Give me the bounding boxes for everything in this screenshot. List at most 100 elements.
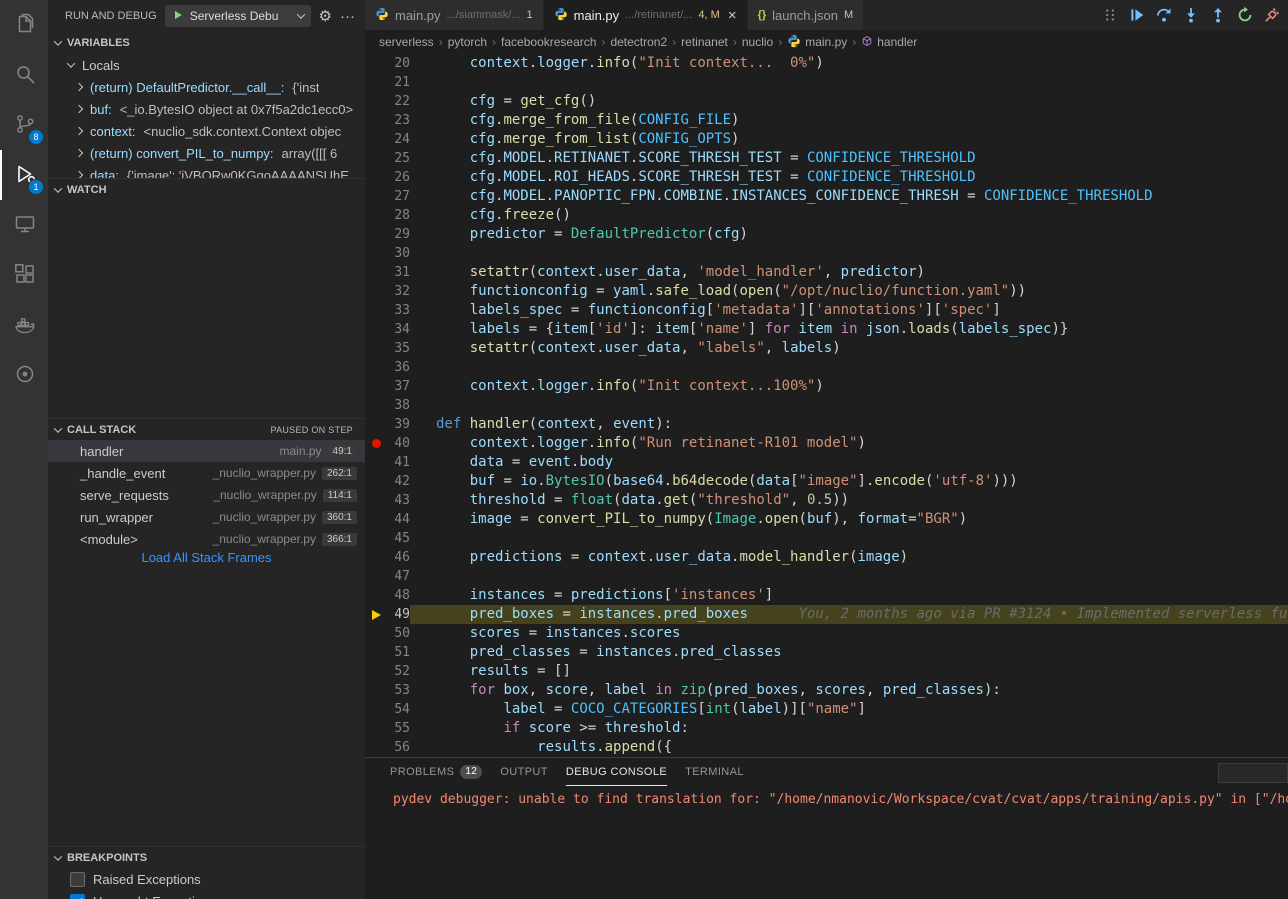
editor-tab[interactable]: main.py.../siammask/...1	[365, 0, 544, 30]
breakpoint-checkbox[interactable]	[70, 872, 85, 887]
step-over-icon[interactable]	[1154, 5, 1174, 25]
panel-tab-debug-console[interactable]: DEBUG CONSOLE	[566, 758, 667, 786]
code-editor[interactable]: 20 context.logger.info("Init context... …	[365, 54, 1288, 757]
activity-item-circle-extension[interactable]	[0, 350, 48, 400]
code-line[interactable]: 32 functionconfig = yaml.safe_load(open(…	[365, 282, 1288, 301]
stack-frame-row[interactable]: _handle_event_nuclio_wrapper.py262:1	[48, 462, 365, 484]
code-line[interactable]: 30	[365, 244, 1288, 263]
code-line[interactable]: 31 setattr(context.user_data, 'model_han…	[365, 263, 1288, 282]
debug-console-output[interactable]: pydev debugger: unable to find translati…	[365, 786, 1288, 899]
glyph-margin	[365, 149, 388, 168]
close-icon[interactable]: ×	[728, 8, 737, 23]
breadcrumb-item[interactable]: serverless	[379, 35, 434, 49]
variable-row[interactable]: (return) convert_PIL_to_numpy:array([[[ …	[48, 142, 365, 164]
more-actions-icon[interactable]: ···	[340, 9, 355, 24]
code-line[interactable]: 37 context.logger.info("Init context...1…	[365, 377, 1288, 396]
code-line[interactable]: 46 predictions = context.user_data.model…	[365, 548, 1288, 567]
code-line[interactable]: 39def handler(context, event):	[365, 415, 1288, 434]
code-line[interactable]: 21	[365, 73, 1288, 92]
breadcrumb-item[interactable]: retinanet	[681, 35, 728, 49]
breadcrumb-item[interactable]: nuclio	[742, 35, 773, 49]
code-line[interactable]: 28 cfg.freeze()	[365, 206, 1288, 225]
code-line[interactable]: 52 results = []	[365, 662, 1288, 681]
variables-section-header[interactable]: VARIABLES	[48, 32, 365, 54]
breakpoints-section-header[interactable]: BREAKPOINTS	[48, 846, 365, 868]
watch-section-header[interactable]: WATCH	[48, 178, 365, 200]
code-line[interactable]: 48 instances = predictions['instances']	[365, 586, 1288, 605]
breadcrumb-item[interactable]: detectron2	[610, 35, 667, 49]
debug-config-dropdown[interactable]: Serverless Debu	[165, 5, 311, 27]
step-out-icon[interactable]	[1208, 5, 1228, 25]
activity-item-source-control[interactable]: 8	[0, 100, 48, 150]
code-line[interactable]: 51 pred_classes = instances.pred_classes	[365, 643, 1288, 662]
activity-item-remote-explorer[interactable]	[0, 200, 48, 250]
variable-row[interactable]: (return) DefaultPredictor.__call__:{'ins…	[48, 76, 365, 98]
code-line[interactable]: 36	[365, 358, 1288, 377]
code-line[interactable]: 33 labels_spec = functionconfig['metadat…	[365, 301, 1288, 320]
breadcrumb-item[interactable]: handler	[861, 35, 917, 50]
continue-icon[interactable]	[1127, 5, 1147, 25]
breakpoint-checkbox[interactable]	[70, 894, 85, 899]
frame-line-badge: 114:1	[323, 489, 357, 502]
stack-frame-row[interactable]: run_wrapper_nuclio_wrapper.py360:1	[48, 506, 365, 528]
panel-tab-problems[interactable]: PROBLEMS12	[390, 758, 482, 786]
gear-icon[interactable]: ⚙	[319, 9, 332, 24]
code-line[interactable]: 54 label = COCO_CATEGORIES[int(label)]["…	[365, 700, 1288, 719]
code-line[interactable]: 45	[365, 529, 1288, 548]
start-debug-icon[interactable]	[172, 9, 184, 24]
code-line[interactable]: 25 cfg.MODEL.RETINANET.SCORE_THRESH_TEST…	[365, 149, 1288, 168]
breadcrumb-item[interactable]: pytorch	[448, 35, 487, 49]
step-into-icon[interactable]	[1181, 5, 1201, 25]
code-line[interactable]: 29 predictor = DefaultPredictor(cfg)	[365, 225, 1288, 244]
code-line[interactable]: 27 cfg.MODEL.PANOPTIC_FPN.COMBINE.INSTAN…	[365, 187, 1288, 206]
code-line[interactable]: 20 context.logger.info("Init context... …	[365, 54, 1288, 73]
breakpoint-row[interactable]: Uncaught Exceptions	[48, 890, 365, 899]
code-line[interactable]: 23 cfg.merge_from_file(CONFIG_FILE)	[365, 111, 1288, 130]
code-line[interactable]: 53 for box, score, label in zip(pred_box…	[365, 681, 1288, 700]
code-line[interactable]: 34 labels = {item['id']: item['name'] fo…	[365, 320, 1288, 339]
panel-tab-output[interactable]: OUTPUT	[500, 758, 548, 786]
editor-tab[interactable]: {}launch.jsonM	[748, 0, 865, 30]
code-line[interactable]: 40 context.logger.info("Run retinanet-R1…	[365, 434, 1288, 453]
editor-tab[interactable]: main.py.../retinanet/...4, M×	[544, 0, 748, 30]
code-line[interactable]: 42 buf = io.BytesIO(base64.b64decode(dat…	[365, 472, 1288, 491]
code-line[interactable]: 49 pred_boxes = instances.pred_boxes You…	[365, 605, 1288, 624]
load-all-stack-frames-link[interactable]: Load All Stack Frames	[48, 550, 365, 568]
variables-scope-locals[interactable]: Locals	[48, 54, 365, 76]
code-line[interactable]: 56 results.append({	[365, 738, 1288, 757]
variable-row[interactable]: data:{'image': 'iVBORw0KGgoAAAANSUhE	[48, 164, 365, 178]
code-line[interactable]: 38	[365, 396, 1288, 415]
stack-frame-row[interactable]: <module>_nuclio_wrapper.py366:1	[48, 528, 365, 550]
variable-row[interactable]: buf:<_io.BytesIO object at 0x7f5a2dc1ecc…	[48, 98, 365, 120]
code-line[interactable]: 26 cfg.MODEL.ROI_HEADS.SCORE_THRESH_TEST…	[365, 168, 1288, 187]
code-line[interactable]: 55 if score >= threshold:	[365, 719, 1288, 738]
code-line[interactable]: 47	[365, 567, 1288, 586]
breakpoint-glyph[interactable]	[365, 434, 388, 453]
stack-frame-row[interactable]: serve_requests_nuclio_wrapper.py114:1	[48, 484, 365, 506]
panel-tab-terminal[interactable]: TERMINAL	[685, 758, 744, 786]
code-line[interactable]: 22 cfg = get_cfg()	[365, 92, 1288, 111]
restart-icon[interactable]	[1235, 5, 1255, 25]
activity-item-extensions[interactable]	[0, 250, 48, 300]
code-line[interactable]: 50 scores = instances.scores	[365, 624, 1288, 643]
code-line[interactable]: 44 image = convert_PIL_to_numpy(Image.op…	[365, 510, 1288, 529]
code-line[interactable]: 24 cfg.merge_from_list(CONFIG_OPTS)	[365, 130, 1288, 149]
disconnect-icon[interactable]	[1262, 5, 1282, 25]
chevron-down-icon	[296, 10, 304, 18]
console-filter-input[interactable]	[1218, 763, 1288, 783]
breadcrumb-item[interactable]: facebookresearch	[501, 35, 596, 49]
activity-item-explorer[interactable]	[0, 0, 48, 50]
activity-item-docker[interactable]	[0, 300, 48, 350]
breakpoint-row[interactable]: Raised Exceptions	[48, 868, 365, 890]
variable-row[interactable]: context:<nuclio_sdk.context.Context obje…	[48, 120, 365, 142]
activity-item-run-and-debug[interactable]: 1	[0, 150, 48, 200]
stack-frame-row[interactable]: handlermain.py49:1	[48, 440, 365, 462]
breadcrumb-item[interactable]: main.py	[787, 34, 847, 51]
code-line[interactable]: 41 data = event.body	[365, 453, 1288, 472]
current-frame-glyph[interactable]	[365, 605, 388, 624]
call-stack-section-header[interactable]: CALL STACK PAUSED ON STEP	[48, 418, 365, 440]
activity-item-search[interactable]	[0, 50, 48, 100]
code-line[interactable]: 43 threshold = float(data.get("threshold…	[365, 491, 1288, 510]
code-line[interactable]: 35 setattr(context.user_data, "labels", …	[365, 339, 1288, 358]
breadcrumb-separator-icon: ›	[733, 35, 737, 49]
